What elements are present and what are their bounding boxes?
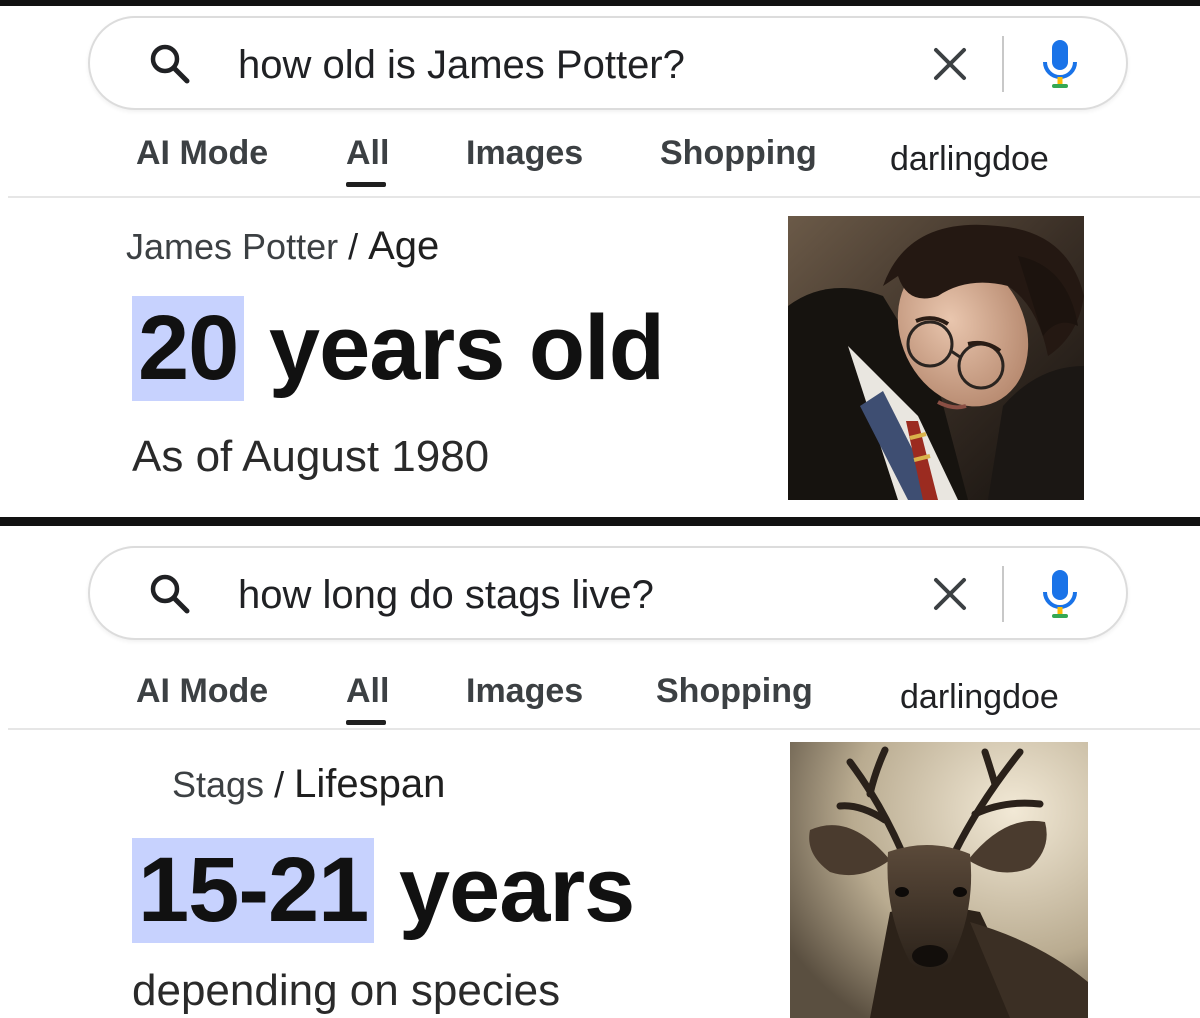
- close-icon[interactable]: [930, 44, 970, 84]
- breadcrumb-separator: /: [264, 764, 295, 805]
- tabs-divider: [8, 196, 1200, 198]
- search-bar[interactable]: how old is James Potter?: [88, 16, 1128, 110]
- search-bar-divider: [1002, 36, 1004, 92]
- search-input[interactable]: how long do stags live?: [238, 573, 654, 618]
- answer-subtext: depending on species: [132, 966, 561, 1015]
- breadcrumb-attribute: Lifespan: [294, 762, 446, 806]
- breadcrumb: Stags / Lifespan: [172, 762, 445, 807]
- answer-highlight: 20: [132, 296, 245, 401]
- answer-subtext: As of August 1980: [132, 432, 490, 481]
- stag-photo-icon[interactable]: [790, 742, 1088, 1018]
- search-icon[interactable]: [148, 572, 192, 616]
- breadcrumb-entity[interactable]: Stags: [172, 764, 264, 805]
- search-result-panel-2: how long do stags live? AI Mode All Imag…: [0, 526, 1200, 1018]
- panel-divider: [0, 517, 1200, 526]
- breadcrumb-entity[interactable]: James Potter: [126, 226, 338, 267]
- search-bar[interactable]: how long do stags live?: [88, 546, 1128, 640]
- breadcrumb: James Potter / Age: [126, 224, 439, 269]
- search-input[interactable]: how old is James Potter?: [238, 43, 685, 88]
- breadcrumb-separator: /: [338, 226, 369, 267]
- tab-ai-mode[interactable]: AI Mode: [136, 134, 268, 173]
- tab-images[interactable]: Images: [466, 672, 583, 711]
- close-icon[interactable]: [930, 574, 970, 614]
- tab-all[interactable]: All: [346, 134, 389, 173]
- answer-unit: years: [374, 839, 635, 941]
- tab-darlingdoe[interactable]: darlingdoe: [900, 678, 1059, 717]
- answer-unit: years old: [244, 297, 665, 399]
- answer-value: 20 years old: [132, 296, 665, 401]
- tab-shopping[interactable]: Shopping: [660, 134, 817, 173]
- tab-shopping[interactable]: Shopping: [656, 672, 813, 711]
- tabs-divider: [8, 728, 1200, 730]
- answer-value: 15-21 years: [132, 838, 635, 943]
- active-tab-indicator: [346, 182, 386, 187]
- breadcrumb-attribute: Age: [368, 224, 440, 268]
- active-tab-indicator: [346, 720, 386, 725]
- microphone-icon[interactable]: [1038, 38, 1082, 90]
- tab-ai-mode[interactable]: AI Mode: [136, 672, 268, 711]
- tab-images[interactable]: Images: [466, 134, 583, 173]
- portrait-photo-icon[interactable]: [788, 216, 1084, 500]
- search-tabs: AI Mode All Images Shopping darlingdoe: [0, 666, 1200, 726]
- answer-highlight: 15-21: [132, 838, 375, 943]
- search-bar-divider: [1002, 566, 1004, 622]
- microphone-icon[interactable]: [1038, 568, 1082, 620]
- search-result-panel-1: how old is James Potter? AI Mode All Ima…: [0, 6, 1200, 517]
- search-tabs: AI Mode All Images Shopping darlingdoe: [0, 128, 1200, 188]
- tab-all[interactable]: All: [346, 672, 389, 711]
- tab-darlingdoe[interactable]: darlingdoe: [890, 140, 1049, 179]
- search-icon[interactable]: [148, 42, 192, 86]
